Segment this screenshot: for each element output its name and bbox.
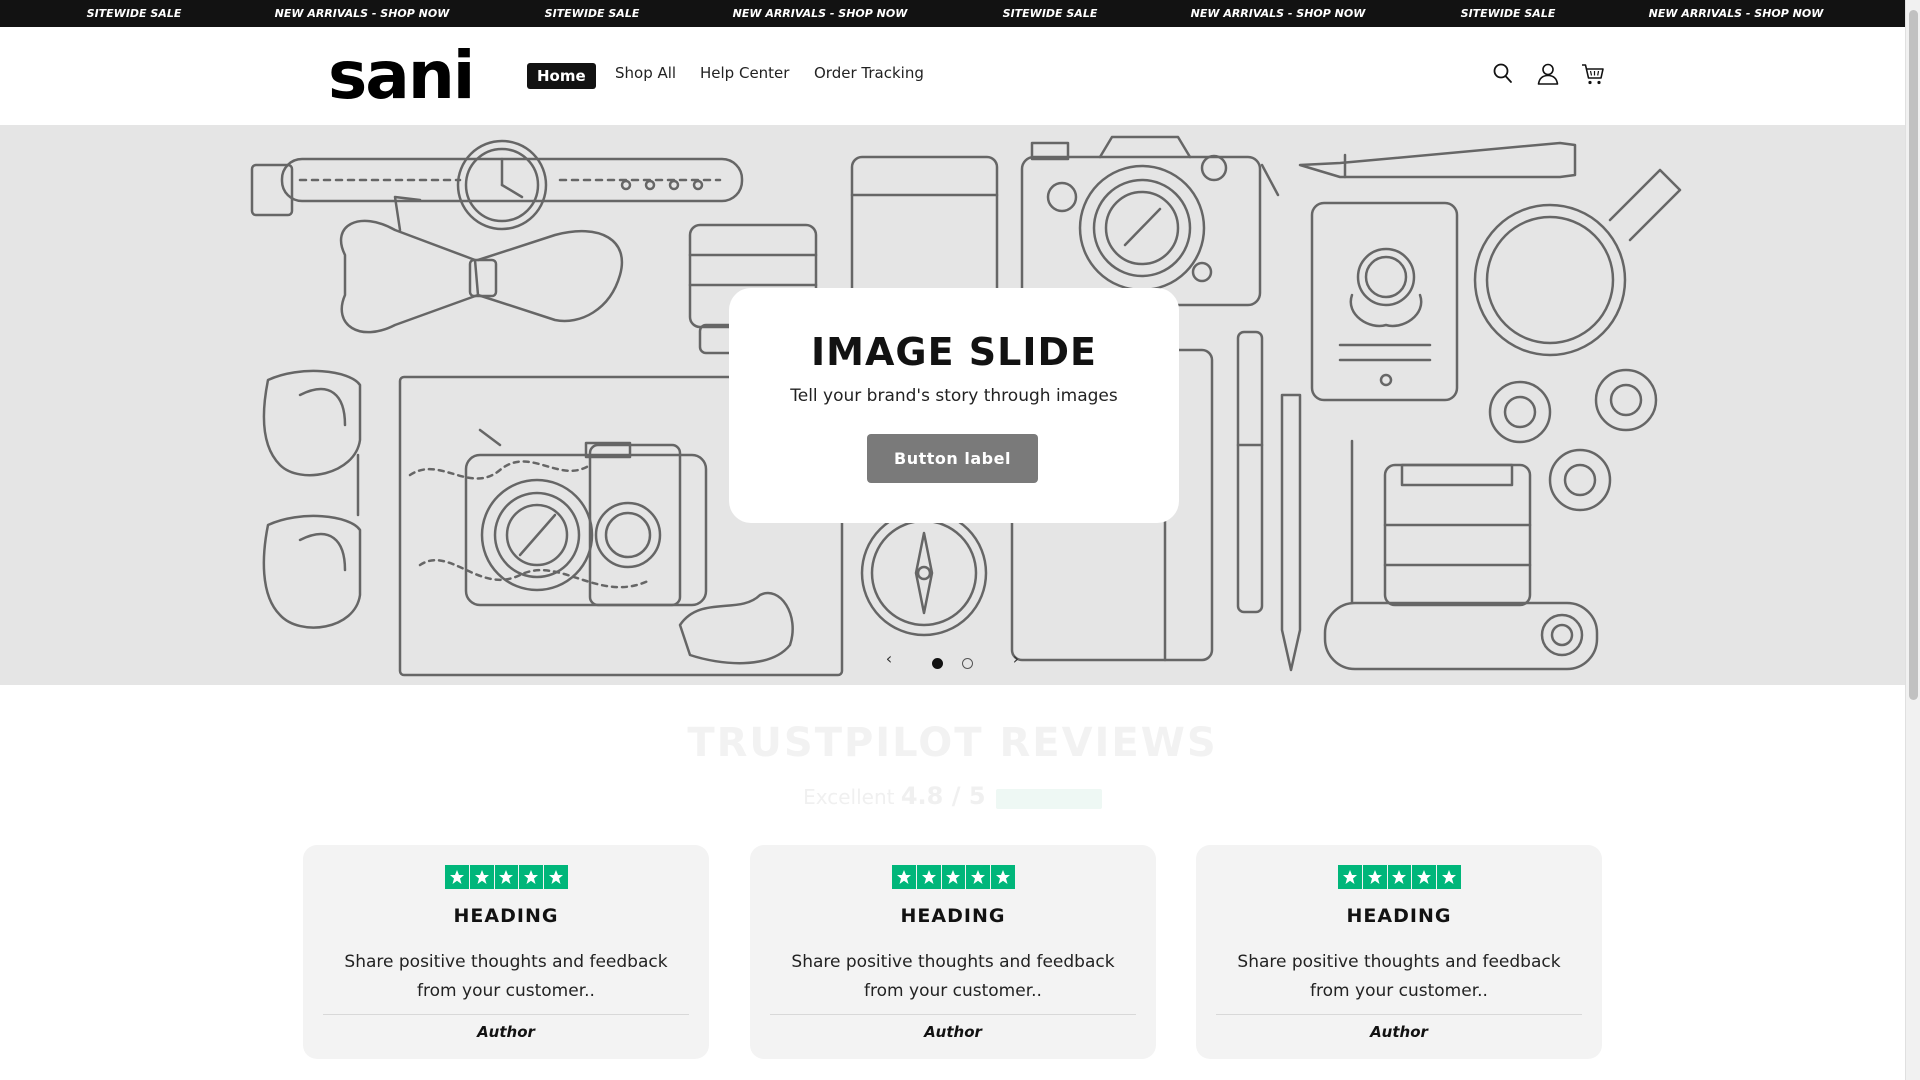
- review-heading: HEADING: [1346, 905, 1452, 927]
- review-divider: [323, 1014, 689, 1015]
- star-icon: [445, 865, 469, 889]
- review-card: HEADING Share positive thoughts and feed…: [1196, 845, 1602, 1059]
- star-icon: [966, 865, 991, 889]
- review-stars: [445, 865, 568, 889]
- star-icon: [1387, 865, 1412, 889]
- announcement-item[interactable]: NEW ARRIVALS - SHOP NOW: [733, 0, 908, 27]
- scrollbar-thumb[interactable]: [1909, 10, 1918, 700]
- announcement-bar: SITEWIDE SALE NEW ARRIVALS - SHOP NOW SI…: [0, 0, 1905, 27]
- review-stars: [892, 865, 1015, 889]
- star-icon: [1362, 865, 1387, 889]
- review-text: Share positive thoughts and feedback fro…: [791, 952, 1115, 1001]
- star-icon: [991, 865, 1015, 889]
- review-stars: [1338, 865, 1461, 889]
- star-icon: [469, 865, 494, 889]
- nav-shop-all[interactable]: Shop All: [615, 64, 676, 82]
- review-author: Author: [924, 1023, 982, 1041]
- reviews-rating: Excellent 4.8 / 5: [0, 782, 1905, 810]
- review-heading: HEADING: [900, 905, 1006, 927]
- star-icon: [1437, 865, 1461, 889]
- nav-help-center[interactable]: Help Center: [700, 64, 789, 82]
- nav-home[interactable]: Home: [527, 63, 596, 89]
- slide-prev-arrow[interactable]: ‹: [881, 649, 897, 669]
- hero-subtitle: Tell your brand's story through images: [790, 386, 1118, 406]
- star-icon: [494, 865, 519, 889]
- star-icon: [1338, 865, 1362, 889]
- hero-button[interactable]: Button label: [867, 434, 1038, 483]
- star-icon: [519, 865, 544, 889]
- rating-value: 4.8 / 5: [900, 782, 986, 810]
- account-icon[interactable]: [1535, 61, 1561, 87]
- hero-content-card: IMAGE SLIDE Tell your brand's story thro…: [729, 288, 1179, 523]
- announcement-item[interactable]: NEW ARRIVALS - SHOP NOW: [1191, 0, 1366, 27]
- slide-next-arrow[interactable]: ›: [1008, 649, 1024, 669]
- star-icon: [941, 865, 966, 889]
- announcement-item[interactable]: SITEWIDE SALE: [87, 0, 182, 27]
- review-card: HEADING Share positive thoughts and feed…: [750, 845, 1156, 1059]
- hero-slideshow: IMAGE SLIDE Tell your brand's story thro…: [0, 125, 1905, 685]
- slide-dot-2[interactable]: [962, 658, 973, 669]
- review-author: Author: [477, 1023, 535, 1041]
- announcement-item[interactable]: NEW ARRIVALS - SHOP NOW: [1649, 0, 1824, 27]
- review-text: Share positive thoughts and feedback fro…: [1237, 952, 1561, 1001]
- page-scrollbar[interactable]: [1905, 0, 1920, 1080]
- star-icon: [544, 865, 568, 889]
- review-heading: HEADING: [453, 905, 559, 927]
- hero-title: IMAGE SLIDE: [811, 330, 1097, 374]
- star-icon: [916, 865, 941, 889]
- review-text: Share positive thoughts and feedback fro…: [344, 952, 668, 1001]
- announcement-item[interactable]: SITEWIDE SALE: [545, 0, 640, 27]
- rating-stars-icon: [995, 788, 1102, 809]
- announcement-item[interactable]: SITEWIDE SALE: [1461, 0, 1556, 27]
- cart-icon[interactable]: [1580, 61, 1606, 87]
- announcement-item[interactable]: SITEWIDE SALE: [1003, 0, 1098, 27]
- nav-order-tracking[interactable]: Order Tracking: [814, 64, 924, 82]
- reviews-title: TRUSTPILOT REVIEWS: [687, 720, 1218, 766]
- review-card: HEADING Share positive thoughts and feed…: [303, 845, 709, 1059]
- rating-word: Excellent: [803, 785, 895, 809]
- announcement-item[interactable]: NEW ARRIVALS - SHOP NOW: [275, 0, 450, 27]
- search-icon[interactable]: [1490, 61, 1516, 87]
- site-header: sani Home Shop All Help Center Order Tra…: [0, 27, 1905, 125]
- slide-dot-1[interactable]: [932, 658, 943, 669]
- review-author: Author: [1370, 1023, 1428, 1041]
- star-icon: [1412, 865, 1437, 889]
- site-logo[interactable]: sani: [328, 43, 475, 109]
- review-divider: [1216, 1014, 1582, 1015]
- star-icon: [892, 865, 916, 889]
- review-divider: [770, 1014, 1136, 1015]
